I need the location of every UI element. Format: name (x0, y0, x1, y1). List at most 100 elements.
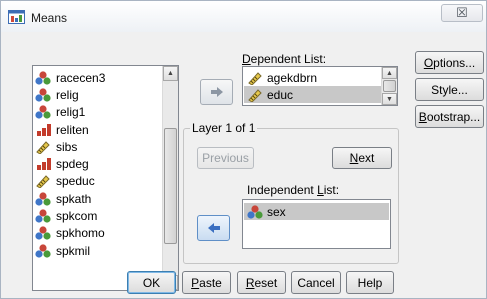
layer-group-title: Layer 1 of 1 (190, 121, 258, 135)
paste-label-text: aste (199, 275, 222, 290)
nominal-icon (35, 226, 51, 240)
bootstrap-button[interactable]: Bootstrap... (415, 105, 484, 128)
source-variable-item-label: relig1 (56, 105, 86, 120)
move-to-dependent-button[interactable] (200, 79, 233, 105)
scale-icon (248, 71, 262, 85)
scroll-up-button[interactable]: ▲ (163, 66, 178, 81)
next-label-text: ext (358, 151, 375, 165)
triangle-up-icon: ▲ (167, 70, 174, 77)
window-title: Means (31, 11, 68, 25)
triangle-down-icon: ▼ (386, 95, 393, 103)
source-variable-item[interactable]: spkath (35, 190, 162, 207)
dependent-variable-item-label: educ (267, 87, 294, 102)
means-dialog: Means ☒ racecen3 relig relig1 reliten sibs sp… (0, 0, 487, 299)
source-variable-item-label: relig (56, 87, 79, 102)
source-variable-item-label: spkmil (56, 243, 91, 258)
triangle-up-icon: ▲ (386, 69, 393, 77)
close-button[interactable]: ☒ (441, 4, 483, 22)
scroll-thumb[interactable] (164, 128, 177, 244)
means-app-icon (8, 10, 25, 24)
source-variable-item-label: racecen3 (56, 70, 106, 85)
source-variable-item[interactable]: spkhomo (35, 225, 162, 242)
source-variable-item-label: spkcom (56, 209, 98, 224)
paste-mnemonic: P (191, 275, 200, 290)
source-variable-item[interactable]: reliten (35, 121, 162, 138)
source-variable-item-label: speduc (56, 174, 95, 189)
nominal-icon (35, 209, 51, 223)
independent-list-label-pre: Independent (247, 183, 318, 197)
dependent-list-scrollbar[interactable]: ▲ ▼ (381, 67, 397, 105)
independent-variable-item-label: sex (267, 204, 286, 219)
previous-layer-button[interactable]: Previous (197, 147, 254, 169)
dep-scroll-up-button[interactable]: ▲ (382, 67, 397, 79)
dependent-list-label-text: ependent List: (250, 52, 327, 66)
bootstrap-mnemonic: B (418, 109, 427, 124)
source-list-scrollbar[interactable]: ▲ ▼ (162, 66, 178, 290)
arrow-left-icon (207, 223, 220, 233)
options-button[interactable]: Options... (415, 51, 484, 74)
source-variable-item[interactable]: racecen3 (35, 69, 162, 86)
source-variable-item[interactable]: spkcom (35, 207, 162, 224)
close-icon: ☒ (456, 5, 468, 20)
dependent-list[interactable]: agekdbrn educ ▲ ▼ (242, 66, 398, 106)
style-label: Style... (431, 82, 468, 97)
dependent-list-items: agekdbrn educ (244, 69, 381, 103)
dep-scroll-thumb[interactable] (383, 80, 396, 92)
nominal-icon (35, 192, 51, 206)
independent-list-label: Independent List: (247, 183, 339, 197)
source-variable-item[interactable]: relig (35, 86, 162, 103)
ok-label: OK (142, 275, 161, 290)
dependent-variable-item-label: agekdbrn (267, 70, 318, 85)
dependent-variable-item[interactable]: educ (244, 86, 381, 103)
source-variable-item[interactable]: speduc (35, 173, 162, 190)
bootstrap-label-text: ootstrap... (426, 109, 481, 124)
arrow-right-icon (210, 87, 223, 97)
paste-button[interactable]: Paste (182, 271, 231, 294)
source-variable-item[interactable]: relig1 (35, 104, 162, 121)
reset-mnemonic: R (245, 275, 255, 290)
dependent-list-label: Dependent List: (242, 52, 326, 66)
nominal-icon (35, 88, 51, 102)
title-bar: Means ☒ (1, 1, 486, 32)
source-variable-item-label: sibs (56, 139, 78, 154)
source-variable-item[interactable]: spkmil (35, 242, 162, 259)
source-variable-item-label: reliten (56, 122, 89, 137)
options-mnemonic: O (423, 55, 434, 70)
independent-list-mnemonic: L (317, 183, 324, 197)
next-mnemonic: N (349, 151, 359, 165)
independent-list-label-post: ist: (323, 183, 340, 197)
cancel-button[interactable]: Cancel (291, 271, 341, 294)
scale-icon (36, 141, 50, 154)
options-label-text: ptions... (433, 55, 476, 70)
source-variable-item[interactable]: spdeg (35, 155, 162, 172)
move-to-independent-button[interactable] (197, 215, 230, 241)
dep-scroll-down-button[interactable]: ▼ (382, 93, 397, 105)
scale-icon (248, 88, 262, 102)
reset-button[interactable]: Reset (237, 271, 286, 294)
dialog-body: racecen3 relig relig1 reliten sibs spdeg spedu… (1, 32, 486, 298)
nominal-icon (247, 204, 263, 219)
independent-variable-item[interactable]: sex (244, 203, 389, 220)
source-variable-item-label: spkath (56, 191, 92, 206)
nominal-icon (35, 244, 51, 258)
previous-label: Previous (202, 151, 249, 165)
source-variable-list[interactable]: racecen3 relig relig1 reliten sibs spdeg spedu… (32, 65, 179, 291)
ordinal-icon (37, 158, 51, 171)
style-button[interactable]: Style... (415, 78, 484, 101)
independent-list-items: sex (244, 203, 389, 220)
independent-list[interactable]: sex (242, 199, 391, 249)
source-variable-item-label: spkhomo (56, 226, 105, 241)
ordinal-icon (37, 123, 51, 136)
nominal-icon (35, 71, 51, 85)
next-layer-button[interactable]: Next (332, 147, 392, 169)
ok-button[interactable]: OK (127, 271, 176, 294)
help-button[interactable]: Help (346, 271, 394, 294)
source-variable-items: racecen3 relig relig1 reliten sibs spdeg spedu… (35, 69, 162, 259)
cancel-label: Cancel (297, 275, 335, 290)
source-variable-item[interactable]: sibs (35, 138, 162, 155)
help-label: Help (357, 275, 383, 290)
reset-label-text: eset (254, 275, 278, 290)
scale-icon (36, 175, 50, 189)
dependent-variable-item[interactable]: agekdbrn (244, 69, 381, 86)
nominal-icon (35, 105, 51, 119)
